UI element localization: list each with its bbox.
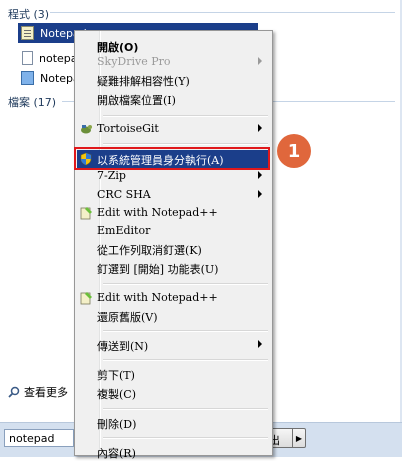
menu-item-delete[interactable]: 刪除(D) [77, 414, 270, 432]
document-icon [22, 51, 33, 65]
submenu-arrow-icon [258, 340, 262, 348]
group-divider [50, 12, 395, 13]
menu-item-label: 釘選到 [開始] 功能表(U) [97, 263, 219, 276]
menu-item-restore-previous[interactable]: 還原舊版(V) [77, 307, 270, 325]
menu-separator [103, 143, 268, 145]
menu-item-label: 疑難排解相容性(Y) [97, 75, 190, 88]
menu-separator [103, 115, 268, 117]
context-menu: 開啟(O) SkyDrive Pro 疑難排解相容性(Y) 開啟檔案位置(I) … [74, 30, 273, 460]
menu-item-label: EmEditor [97, 224, 151, 237]
menu-item-cut[interactable]: 剪下(T) [77, 365, 270, 383]
see-more-label: 查看更多 [24, 386, 68, 399]
menu-item-label: Edit with Notepad++ [97, 291, 218, 304]
shutdown-options-arrow[interactable]: ▶ [292, 429, 305, 447]
menu-item-tortoisegit[interactable]: TortoiseGit [77, 120, 270, 138]
menu-item-label: 複製(C) [97, 388, 136, 401]
menu-item-label: 內容(R) [97, 447, 136, 460]
notepad-plus-plus-icon [80, 207, 92, 220]
menu-item-skydrive-pro[interactable]: SkyDrive Pro [77, 53, 270, 71]
menu-item-properties[interactable]: 內容(R) [77, 443, 270, 461]
menu-item-label: 刪除(D) [97, 418, 137, 431]
submenu-arrow-icon [258, 190, 262, 198]
submenu-arrow-icon [258, 57, 262, 65]
menu-item-label: 從工作列取消釘選(K) [97, 244, 202, 257]
menu-separator [103, 408, 268, 410]
menu-item-copy[interactable]: 複製(C) [77, 384, 270, 402]
tortoisegit-icon [81, 125, 92, 134]
programs-group-header: 程式 (3) [8, 8, 50, 21]
menu-separator [103, 437, 268, 439]
menu-item-label: CRC SHA [97, 188, 151, 201]
menu-item-open-location[interactable]: 開啟檔案位置(I) [77, 90, 270, 108]
menu-separator [103, 283, 268, 285]
step-badge: 1 [277, 134, 311, 168]
notepad-icon [21, 71, 34, 85]
submenu-arrow-icon [258, 171, 262, 179]
menu-item-crc-sha[interactable]: CRC SHA [77, 186, 270, 204]
menu-item-label: SkyDrive Pro [97, 55, 171, 68]
menu-item-label: 開啟檔案位置(I) [97, 94, 176, 107]
menu-item-label: 傳送到(N) [97, 340, 149, 353]
search-input[interactable] [4, 429, 74, 447]
menu-item-label: 剪下(T) [97, 369, 135, 382]
menu-separator [103, 330, 268, 332]
submenu-arrow-icon [258, 124, 262, 132]
menu-item-send-to[interactable]: 傳送到(N) [77, 336, 270, 354]
notepad-plus-plus-icon [21, 26, 34, 40]
menu-item-label: 7-Zip [97, 169, 126, 182]
menu-item-edit-notepad-plus-plus-2[interactable]: Edit with Notepad++ [77, 289, 270, 307]
menu-item-label: Edit with Notepad++ [97, 206, 218, 219]
menu-item-edit-notepad-plus-plus[interactable]: Edit with Notepad++ [77, 204, 270, 222]
menu-item-emeditor[interactable]: EmEditor [77, 222, 270, 240]
notepad-plus-plus-icon [80, 292, 92, 305]
menu-item-pin-start[interactable]: 釘選到 [開始] 功能表(U) [77, 259, 270, 277]
menu-item-label: 還原舊版(V) [97, 311, 158, 324]
menu-item-troubleshoot[interactable]: 疑難排解相容性(Y) [77, 71, 270, 89]
menu-separator [103, 359, 268, 361]
see-more-results[interactable]: 查看更多 [8, 384, 68, 400]
highlight-box [74, 147, 270, 170]
menu-item-label: TortoiseGit [97, 122, 159, 135]
menu-item-unpin-taskbar[interactable]: 從工作列取消釘選(K) [77, 240, 270, 258]
search-icon [8, 386, 20, 398]
files-group-header: 檔案 (17) [8, 96, 57, 109]
